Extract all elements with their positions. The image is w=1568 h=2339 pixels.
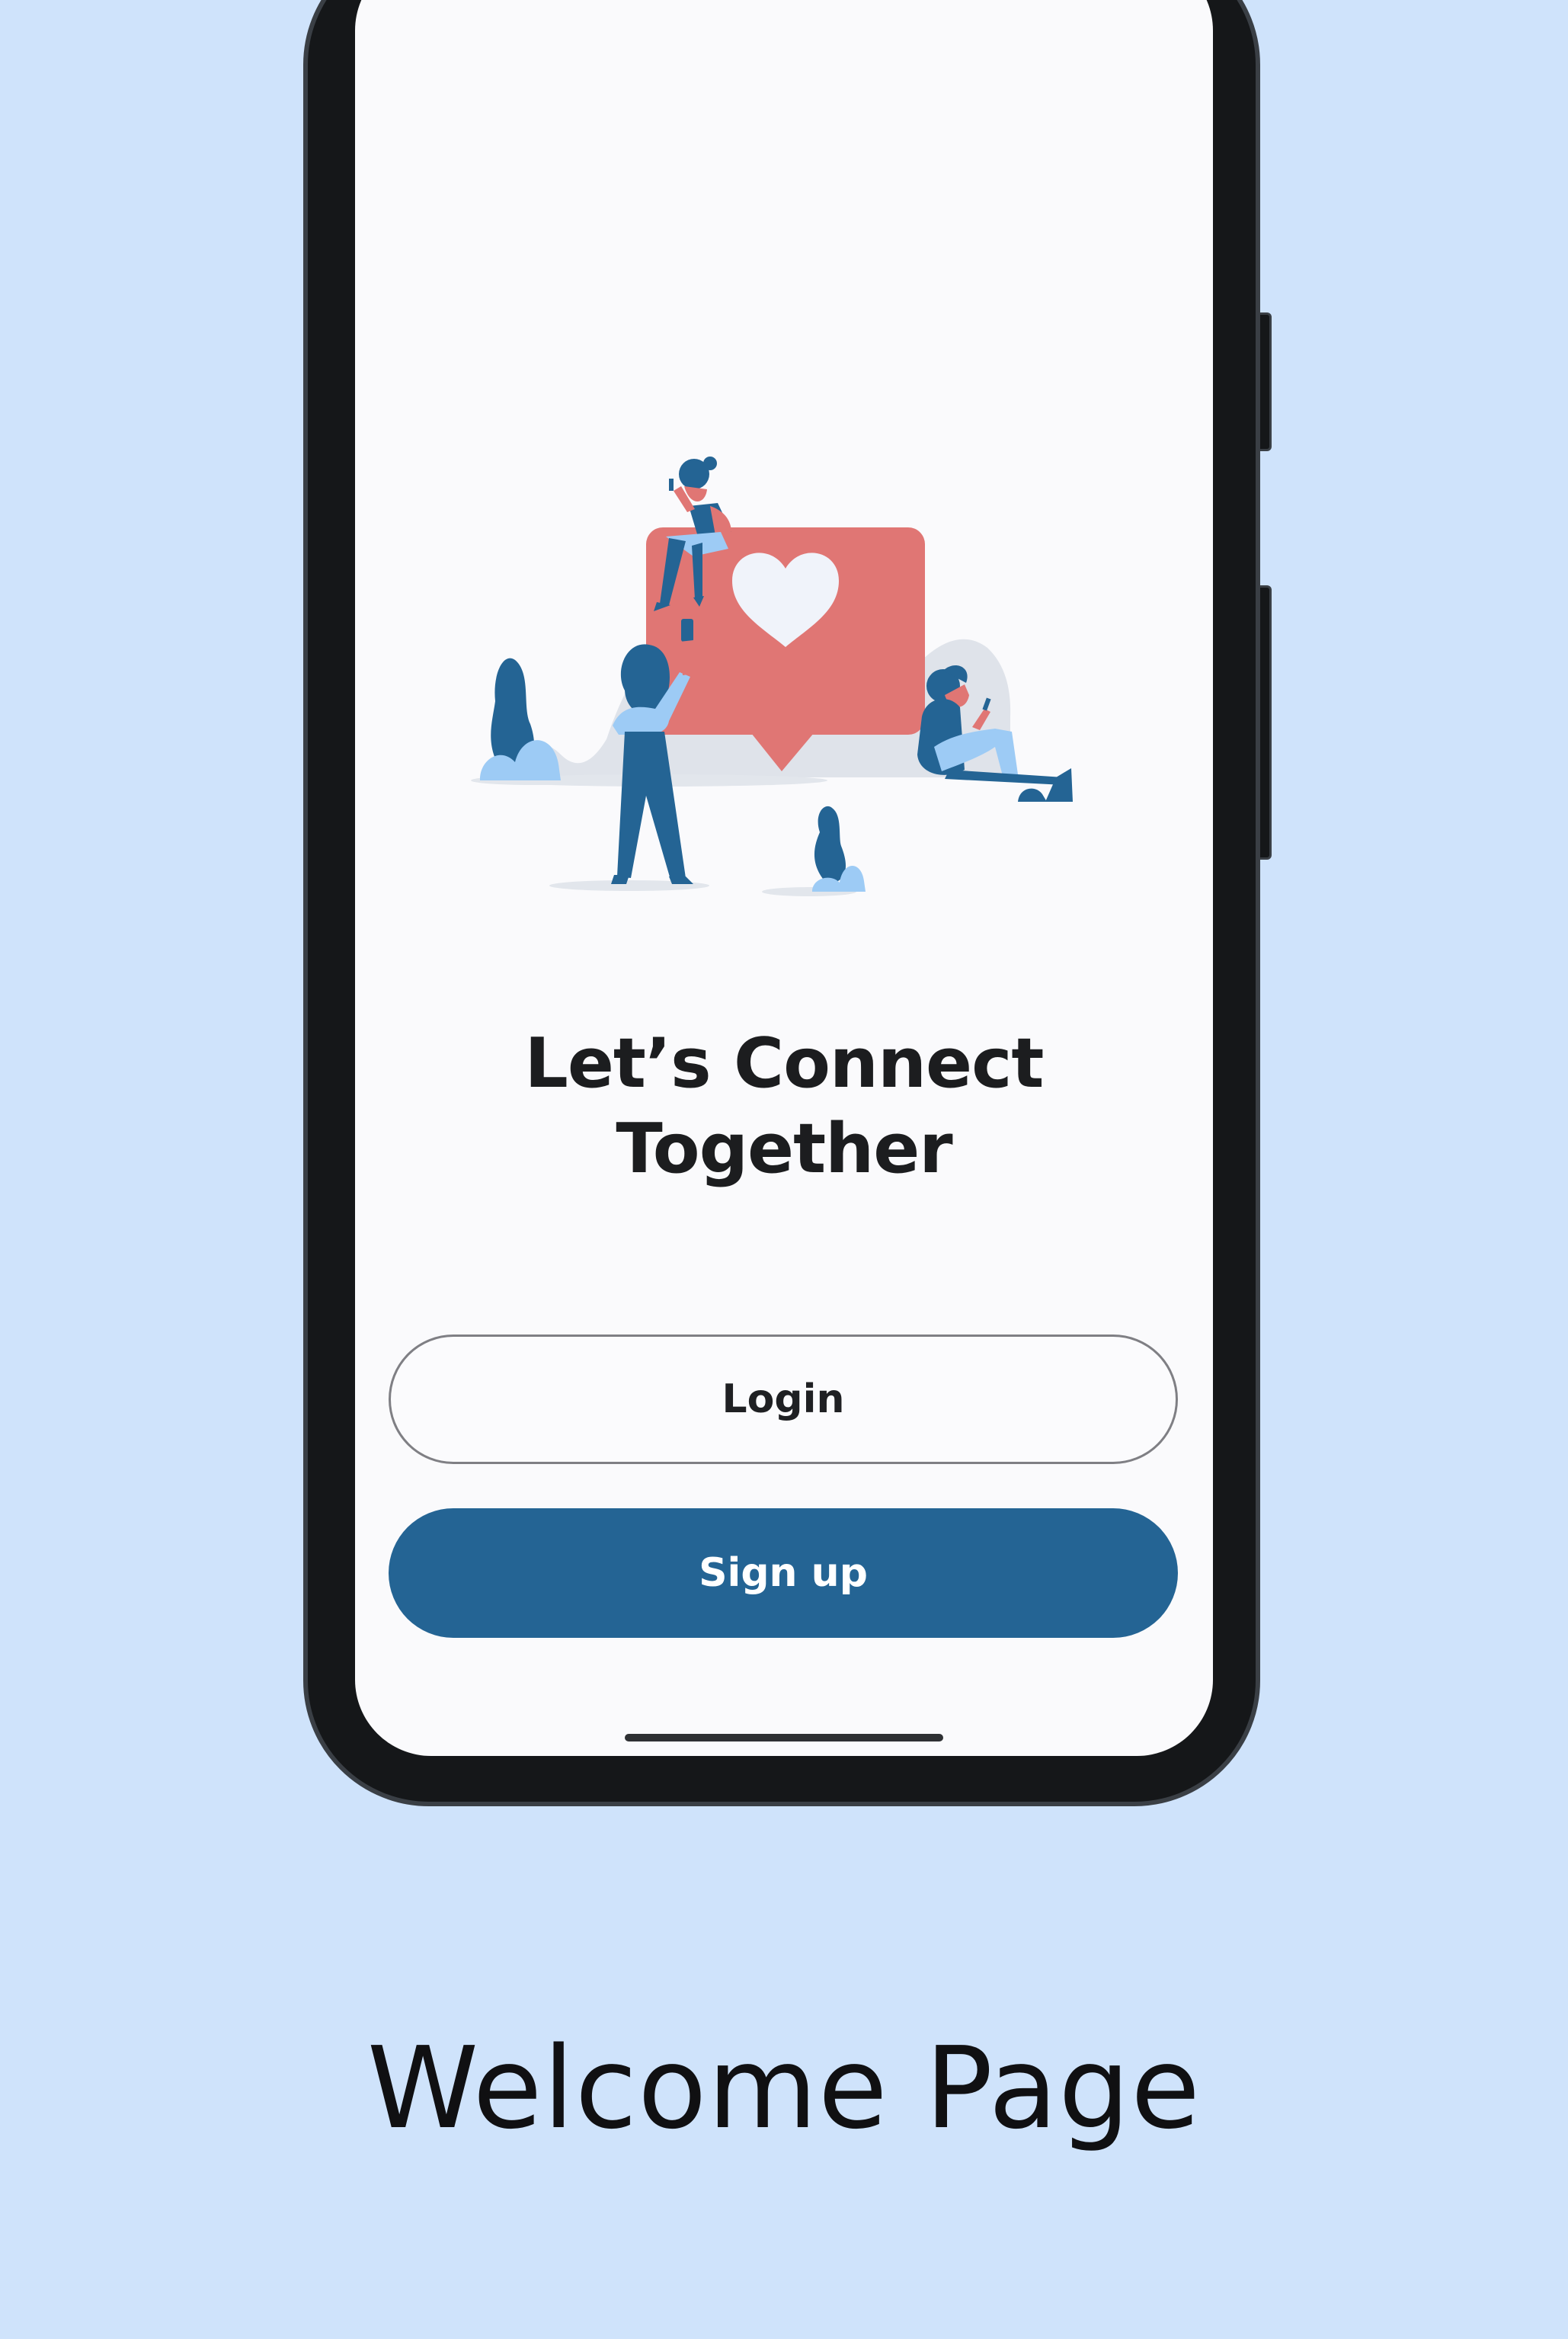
headline-line-1: Let’s Connect xyxy=(524,1024,1045,1104)
home-indicator[interactable] xyxy=(625,1734,943,1741)
page-caption: Welcome Page xyxy=(366,2023,1202,2154)
plant-icon xyxy=(480,658,561,780)
signup-button[interactable]: Sign up xyxy=(389,1508,1178,1638)
plant-icon xyxy=(812,806,866,892)
headline-line-2: Together xyxy=(616,1109,952,1189)
power-button xyxy=(1259,585,1272,860)
welcome-headline: Let’s Connect Together xyxy=(355,1021,1213,1192)
login-button[interactable]: Login xyxy=(389,1335,1178,1464)
login-button-label: Login xyxy=(722,1376,845,1422)
volume-button xyxy=(1259,312,1272,451)
connect-illustration xyxy=(471,457,1073,896)
app-screen: Let’s Connect Together Login Sign up xyxy=(355,0,1213,1756)
signup-button-label: Sign up xyxy=(699,1550,868,1596)
